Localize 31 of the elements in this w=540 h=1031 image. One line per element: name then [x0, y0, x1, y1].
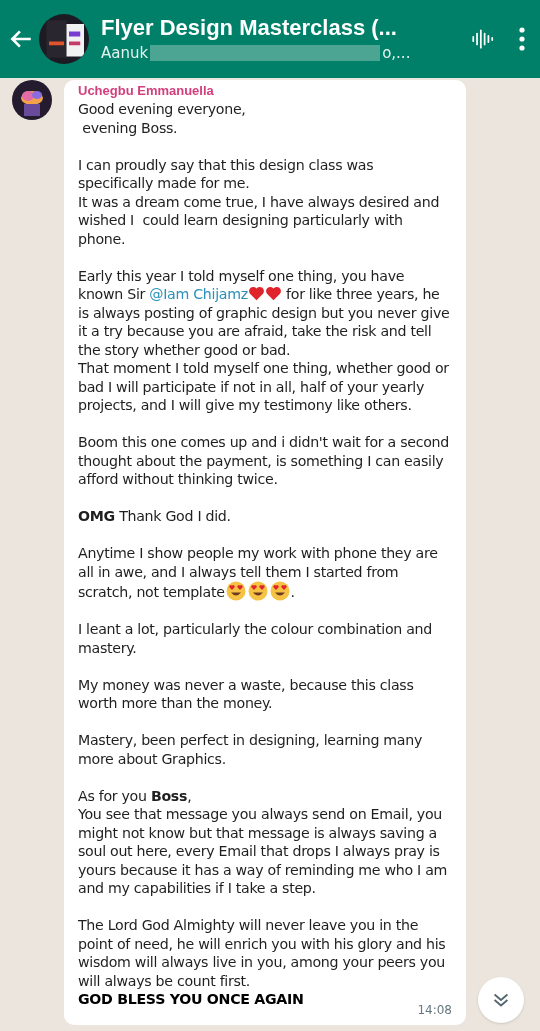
message-text: evening Boss.: [81, 118, 179, 137]
more-options-icon[interactable]: [518, 27, 526, 51]
message-text: The Lord God Almighty will never leave you in the point of need, he will enrich you with his glory and his wisdom will always live in you, among your peers you will always be count first.: [78, 916, 447, 990]
message-text: That moment I told myself one thing, whether good or bad I will participate if not in all, half of your yearly projects, and I will give my testimony like others.: [78, 359, 450, 415]
heart-icon: [247, 286, 265, 301]
heart-icon: [264, 286, 282, 301]
message-text: Anytime I show people my work with phone they are all in awe, and I always tell them I started from scratch, not template .: [78, 544, 439, 602]
message-time: 14:08: [417, 1002, 452, 1017]
heart-eyes-emoji-icon: [225, 581, 246, 601]
heart-eyes-emoji-icon: [269, 581, 290, 601]
chat-subtitle: Aanuk: [101, 42, 149, 64]
scroll-down-button[interactable]: [478, 977, 524, 1023]
message-text: OMG Thank God I did.: [78, 507, 232, 526]
sender-avatar[interactable]: [12, 80, 52, 120]
message-text: I can proudly say that this design class was specifically made for me.: [78, 155, 375, 193]
message-text: My money was never a waste, because this class worth more than the money.: [78, 675, 415, 713]
message-text: You see that message you always send on Email, you might not know but that message is always saving a soul out here, every Email that drops I always pray is yours because it has a way of reminding me who I am and my capabilities if I take a step.: [78, 805, 449, 898]
chat-title[interactable]: Flyer Design Masterclass (...: [101, 14, 448, 42]
message-text: It was a dream come true, I have always desired and wished I could learn designing particularly with phone.: [78, 192, 441, 248]
message-text: GOD BLESS YOU ONCE AGAIN: [78, 990, 305, 1009]
mention-link[interactable]: @Iam Chijamz: [149, 286, 248, 302]
message-text: I leant a lot, particularly the colour combination and mastery.: [78, 620, 434, 657]
sender-name[interactable]: Uchegbu Emmanuella: [78, 82, 452, 100]
message-text: Boom this one comes up and i didn't wait for a second thought about the payment, is something I can easily afford without thinking twice.: [78, 433, 450, 489]
message-text: Good evening everyone,: [78, 100, 247, 119]
group-avatar[interactable]: [39, 14, 89, 64]
message-text: Early this year I told myself one thing, you have known Sir @Iam Chijamz for like three years, he is always posting of graphic design but you never give it a try because you are afraid, take the risk and tell the story whether good or bad.: [78, 266, 451, 359]
heart-eyes-emoji-icon: [247, 581, 268, 601]
chat-subtitle: o,...: [382, 42, 411, 64]
message-text: As for you Boss,: [78, 786, 193, 805]
message-text: Mastery, been perfect in designing, learning many more about Graphics.: [78, 731, 424, 768]
